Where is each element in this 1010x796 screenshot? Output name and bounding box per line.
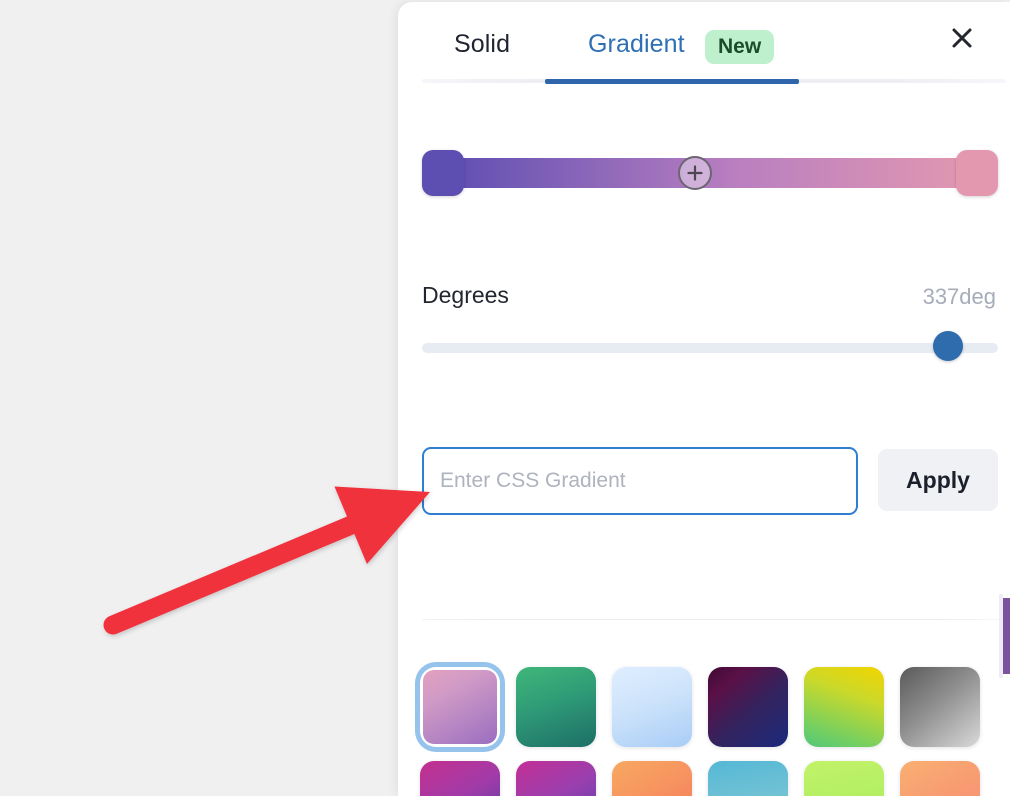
apply-button[interactable]: Apply bbox=[878, 449, 998, 511]
degrees-row: Degrees 337deg bbox=[422, 282, 998, 320]
picker-tabs: Solid Gradient New bbox=[398, 2, 1010, 80]
gradient-preset-swatch-fill bbox=[900, 761, 980, 796]
tab-gradient[interactable]: Gradient bbox=[588, 30, 685, 59]
gradient-preset-swatch-fill bbox=[420, 761, 500, 796]
degrees-slider-track[interactable] bbox=[422, 343, 998, 353]
gradient-preset-swatch-fill bbox=[516, 667, 596, 747]
tab-underline-active bbox=[545, 79, 799, 84]
gradient-preset-pink-purple[interactable] bbox=[420, 667, 500, 747]
gradient-preset-swatch-fill bbox=[900, 667, 980, 747]
close-icon bbox=[948, 24, 976, 52]
gradient-preset-green-teal[interactable] bbox=[516, 667, 596, 747]
new-badge: New bbox=[705, 30, 775, 64]
gradient-preset-swatch-fill bbox=[804, 761, 884, 796]
gradient-preset-swatch-fill bbox=[804, 667, 884, 747]
gradient-stop-handle-end[interactable] bbox=[956, 150, 998, 196]
gradient-preset-pale-blue[interactable] bbox=[612, 667, 692, 747]
gradient-preset-magenta-violet[interactable] bbox=[516, 761, 596, 796]
gradient-preset-swatch-fill bbox=[708, 761, 788, 796]
gradient-preset-swatch-fill bbox=[612, 761, 692, 796]
gradient-preset-magenta-indigo[interactable] bbox=[420, 761, 500, 796]
gradient-preset-lime-green[interactable] bbox=[804, 761, 884, 796]
gradient-preset-swatch-fill bbox=[708, 667, 788, 747]
section-divider bbox=[422, 619, 1000, 620]
tab-solid[interactable]: Solid bbox=[454, 30, 510, 59]
gradient-preset-swatch-fill bbox=[516, 761, 596, 796]
css-gradient-input[interactable] bbox=[422, 447, 858, 515]
gradient-preset-gray-fade[interactable] bbox=[900, 667, 980, 747]
gradient-stop-handle-start[interactable] bbox=[422, 150, 464, 196]
css-gradient-row: Apply bbox=[422, 447, 998, 515]
gradient-preset-yellow-green[interactable] bbox=[804, 667, 884, 747]
gradient-preset-maroon-navy[interactable] bbox=[708, 667, 788, 747]
close-button[interactable] bbox=[944, 20, 980, 56]
gradient-preset-peach-orange[interactable] bbox=[900, 761, 980, 796]
gradient-preset-teal-cyan[interactable] bbox=[708, 761, 788, 796]
degrees-slider[interactable] bbox=[422, 331, 998, 361]
gradient-preset-swatch-fill bbox=[612, 667, 692, 747]
gradient-preset-orange-coral[interactable] bbox=[612, 761, 692, 796]
gradient-preset-grid bbox=[420, 667, 1000, 796]
degrees-slider-thumb[interactable] bbox=[933, 331, 964, 361]
add-stop-icon[interactable] bbox=[678, 156, 712, 190]
degrees-label: Degrees bbox=[422, 282, 509, 308]
editor-canvas-background bbox=[0, 0, 400, 796]
edge-color-strip bbox=[1003, 598, 1010, 674]
gradient-stop-bar[interactable] bbox=[422, 150, 998, 196]
screen-root: Solid Gradient New Degrees 337deg Enter … bbox=[0, 0, 1010, 796]
degrees-value: 337deg bbox=[922, 284, 996, 309]
gradient-preset-swatch-fill bbox=[423, 670, 497, 744]
color-picker-panel: Solid Gradient New Degrees 337deg Enter … bbox=[398, 2, 1010, 796]
